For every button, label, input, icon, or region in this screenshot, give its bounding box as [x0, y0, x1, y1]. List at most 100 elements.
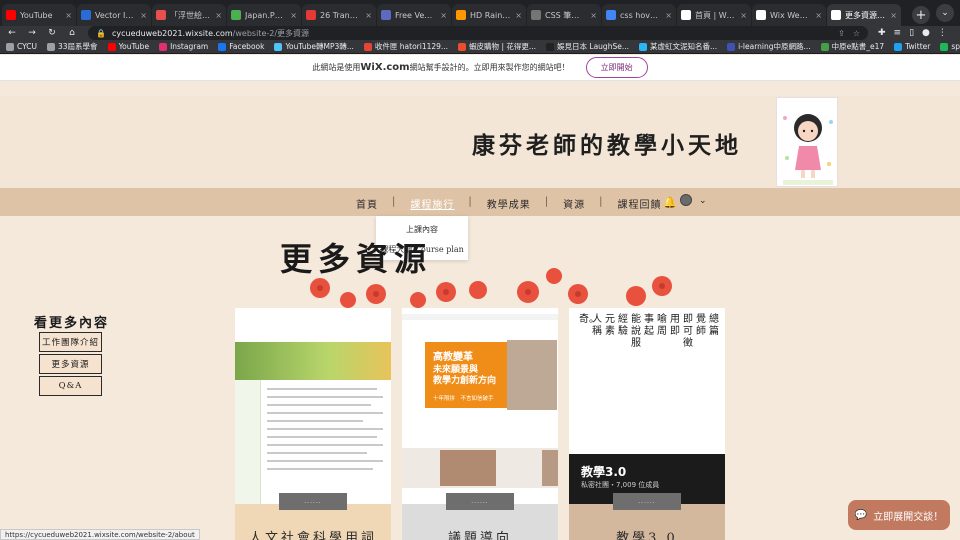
browser-toolbar: ← → ↻ ⌂ 🔒 cycueduweb2021.wixsite.com/web…: [0, 26, 960, 40]
bookmark-item[interactable]: 蝦皮購物 | 花得更...: [458, 41, 536, 52]
close-tab-icon[interactable]: ×: [740, 11, 747, 20]
bookmark-item[interactable]: YouTube轉MP3轉...: [274, 41, 354, 52]
card-more-button[interactable]: ......: [613, 493, 681, 510]
bookmark-star-icon[interactable]: ☆: [853, 29, 860, 38]
nav-item[interactable]: 課程回饋: [618, 196, 662, 211]
browser-tab[interactable]: HD Rainbow ×: [452, 4, 526, 26]
card-more-button[interactable]: ......: [279, 493, 347, 510]
browser-tab[interactable]: 「浮世絵」◎ C ×: [152, 4, 226, 26]
tab-favicon-icon: [681, 10, 691, 20]
close-tab-icon[interactable]: ×: [65, 11, 72, 20]
tab-title: 26 Transparen: [320, 10, 361, 20]
tab-title: Vector Icons a: [95, 10, 136, 20]
extensions-icon[interactable]: ✚: [878, 28, 886, 38]
wix-start-button[interactable]: 立即開始: [585, 57, 648, 78]
sidebar-button-qa[interactable]: Q&A: [39, 376, 102, 396]
bookmark-item[interactable]: Instagram: [159, 42, 208, 51]
browser-tab[interactable]: css hover 圖片 ×: [602, 4, 676, 26]
site-title[interactable]: 康芬老師的教學小天地: [472, 126, 742, 160]
browser-tab[interactable]: YouTube ×: [2, 4, 76, 26]
bookmark-favicon-icon: [894, 42, 903, 51]
share-icon[interactable]: ⇪: [838, 29, 845, 38]
close-tab-icon[interactable]: ×: [665, 11, 672, 20]
bookmark-favicon-icon: [940, 42, 949, 51]
browser-tab[interactable]: Japan.PNG - ×: [227, 4, 301, 26]
status-bar-url: https://cycueduweb2021.wixsite.com/websi…: [0, 529, 200, 540]
browser-tab[interactable]: 首頁 | Wix.com×: [677, 4, 751, 26]
member-avatar[interactable]: [680, 194, 692, 206]
bookmark-favicon-icon: [363, 42, 372, 51]
bookmark-item[interactable]: 33屆系學會: [47, 41, 98, 52]
resource-card-issue-oriented[interactable]: 高教變革 未來願景與 教學力創新方向 十年限拚 不言如信破手 ...... 議題…: [402, 308, 558, 540]
nav-item[interactable]: 課程施行: [410, 196, 454, 211]
tab-favicon-icon: [6, 10, 16, 20]
bookmark-label: YouTube: [118, 42, 150, 51]
browser-tab[interactable]: CSS 筆記 - 去 ×: [527, 4, 601, 26]
tab-title: 首頁 | Wix.com: [695, 10, 737, 20]
bookmark-item[interactable]: i-learning中原網路...: [727, 41, 811, 52]
close-tab-icon[interactable]: ×: [890, 11, 897, 20]
bookmark-item[interactable]: Twitter: [894, 42, 930, 51]
tab-favicon-icon: [606, 10, 616, 20]
bookmark-favicon-icon: [218, 42, 227, 51]
card-caption: 議題導向: [447, 531, 512, 540]
bookmark-favicon-icon: [546, 42, 555, 51]
bookmark-item[interactable]: 中原e點書_e17: [820, 41, 884, 52]
reading-list-icon[interactable]: ≡: [894, 28, 902, 38]
menu-kebab-icon[interactable]: ⋮: [938, 28, 947, 38]
chevron-down-icon[interactable]: ⌄: [699, 196, 707, 206]
close-tab-icon[interactable]: ×: [140, 11, 147, 20]
browser-tab[interactable]: Vector Icons a ×: [77, 4, 151, 26]
browser-tab-strip: YouTube×Vector Icons a×「浮世絵」◎ C×Japan.PN…: [0, 0, 960, 26]
resource-card-teaching3[interactable]: 總篇 覺師 即可徵 用即 喻周 事起 能說服 經驗 元素 人稱 奇。 教學3.0 私密社團・7,00…: [569, 308, 725, 540]
browser-tab[interactable]: 更多資源 | 康芬 ×: [827, 4, 901, 26]
bookmark-item[interactable]: YouTube: [107, 42, 150, 51]
back-icon[interactable]: ←: [4, 28, 20, 38]
tab-search-button[interactable]: ⌄: [936, 4, 954, 22]
bookmark-favicon-icon: [727, 42, 736, 51]
bookmark-item[interactable]: CYCU: [6, 42, 37, 51]
card-image: 總篇 覺師 即可徵 用即 喻周 事起 能說服 經驗 元素 人稱 奇。 教學3.0 私密社團・7,00…: [569, 308, 725, 504]
close-tab-icon[interactable]: ×: [590, 11, 597, 20]
chat-button[interactable]: 💬 立即展開交談！: [848, 500, 950, 530]
bookmarks-bar: CYCU 33屆系學會 YouTube Instagram Facebook YouTub…: [0, 40, 960, 54]
nav-item[interactable]: 教學成果: [487, 196, 531, 211]
close-tab-icon[interactable]: ×: [215, 11, 222, 20]
lock-icon: 🔒: [96, 28, 106, 38]
wix-banner: 此網站是使用WiX.com網站幫手設計的。立即用來製作您的網站吧！ 立即開始: [0, 55, 960, 81]
browser-tab[interactable]: Wix Website E×: [752, 4, 826, 26]
forward-icon[interactable]: →: [24, 28, 40, 38]
bookmark-item[interactable]: 某虛虹文泥知名番...: [638, 41, 717, 52]
poem-column: 元素: [605, 314, 615, 337]
card-more-button[interactable]: ......: [446, 493, 514, 510]
bookmark-item[interactable]: Facebook: [218, 42, 264, 51]
sidebar-button-resources[interactable]: 更多資源: [39, 354, 102, 374]
red-flowers-decoration: [310, 268, 672, 308]
bookmark-item[interactable]: 娛見日本 LaughSe...: [546, 41, 629, 52]
bookmark-item[interactable]: spotify: [940, 42, 960, 51]
browser-tab[interactable]: 26 Transparen ×: [302, 4, 376, 26]
side-panel-icon[interactable]: ▯: [909, 28, 914, 38]
browser-tab[interactable]: Free Vectors,×: [377, 4, 451, 26]
bookmark-item[interactable]: 收件匣 hatori1129...: [363, 41, 448, 52]
close-tab-icon[interactable]: ×: [440, 11, 447, 20]
nav-item[interactable]: 首頁: [356, 196, 378, 211]
close-tab-icon[interactable]: ×: [815, 11, 822, 20]
bookmark-favicon-icon: [47, 42, 56, 51]
sidebar-button-team[interactable]: 工作團隊介紹: [39, 332, 102, 352]
nav-item[interactable]: 資源: [563, 196, 585, 211]
bell-icon[interactable]: 🔔: [663, 196, 677, 209]
address-bar[interactable]: 🔒 cycueduweb2021.wixsite.com/website-2/更…: [88, 26, 868, 40]
new-tab-button[interactable]: +: [912, 6, 930, 24]
tab-favicon-icon: [156, 10, 166, 20]
close-tab-icon[interactable]: ×: [515, 11, 522, 20]
reload-icon[interactable]: ↻: [44, 28, 60, 38]
home-icon[interactable]: ⌂: [64, 28, 80, 38]
bookmark-favicon-icon: [107, 42, 116, 51]
close-tab-icon[interactable]: ×: [365, 11, 372, 20]
close-tab-icon[interactable]: ×: [290, 11, 297, 20]
tab-favicon-icon: [831, 10, 841, 20]
wix-banner-text: 此網站是使用WiX.com網站幫手設計的。立即用來製作您的網站吧！: [312, 62, 570, 73]
profile-icon[interactable]: ●: [922, 28, 930, 38]
resource-card-humanities[interactable]: ...... 人文社會科學用詞: [235, 308, 391, 540]
